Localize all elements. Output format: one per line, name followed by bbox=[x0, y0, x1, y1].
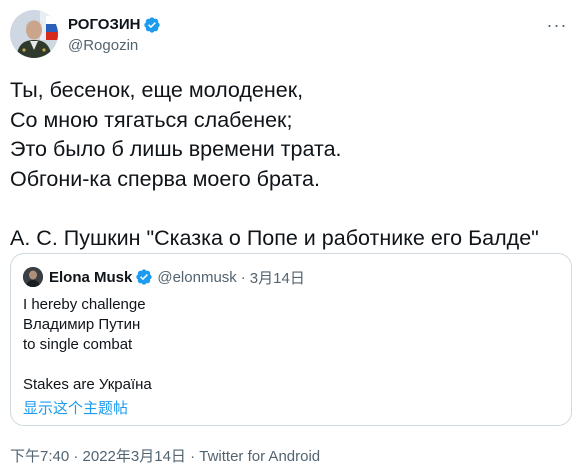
show-thread-link[interactable]: 显示这个主题帖 bbox=[23, 397, 128, 418]
quoted-date: 3月14日 bbox=[249, 269, 305, 287]
quoted-profile-photo-icon bbox=[23, 267, 43, 287]
tweet-card: РОГОЗИН @Rogozin ··· Ты, бесенок, еще мо… bbox=[0, 0, 584, 470]
author-name-row: РОГОЗИН bbox=[68, 15, 161, 35]
quoted-display-name: Elona Musk bbox=[49, 268, 133, 286]
quoted-verified-badge-icon bbox=[135, 268, 153, 286]
quoted-tweet-header: Elona Musk @elonmusk · 3月14日 bbox=[23, 266, 305, 288]
verified-badge-icon bbox=[143, 16, 161, 34]
quoted-author-avatar bbox=[23, 267, 43, 287]
author-names: РОГОЗИН @Rogozin bbox=[68, 15, 161, 54]
quoted-tweet[interactable]: Elona Musk @elonmusk · 3月14日 I hereby ch… bbox=[10, 253, 572, 426]
profile-photo-icon bbox=[10, 10, 58, 58]
quoted-handle: @elonmusk bbox=[157, 268, 237, 286]
author-display-name[interactable]: РОГОЗИН bbox=[68, 16, 140, 33]
quoted-tweet-text: I hereby challenge Владимир Путин to sin… bbox=[23, 296, 152, 393]
tweet-meta[interactable]: 下午7:40 · 2022年3月14日 · Twitter for Androi… bbox=[10, 445, 320, 466]
quoted-separator: · bbox=[240, 268, 246, 286]
tweet-text: Ты, бесенок, еще молоденек, Со мною тяга… bbox=[10, 78, 539, 250]
author-avatar[interactable] bbox=[10, 10, 58, 58]
tweet-header: РОГОЗИН @Rogozin bbox=[10, 10, 161, 58]
author-handle[interactable]: @Rogozin bbox=[68, 37, 161, 54]
more-dots-icon[interactable]: ··· bbox=[546, 14, 568, 36]
